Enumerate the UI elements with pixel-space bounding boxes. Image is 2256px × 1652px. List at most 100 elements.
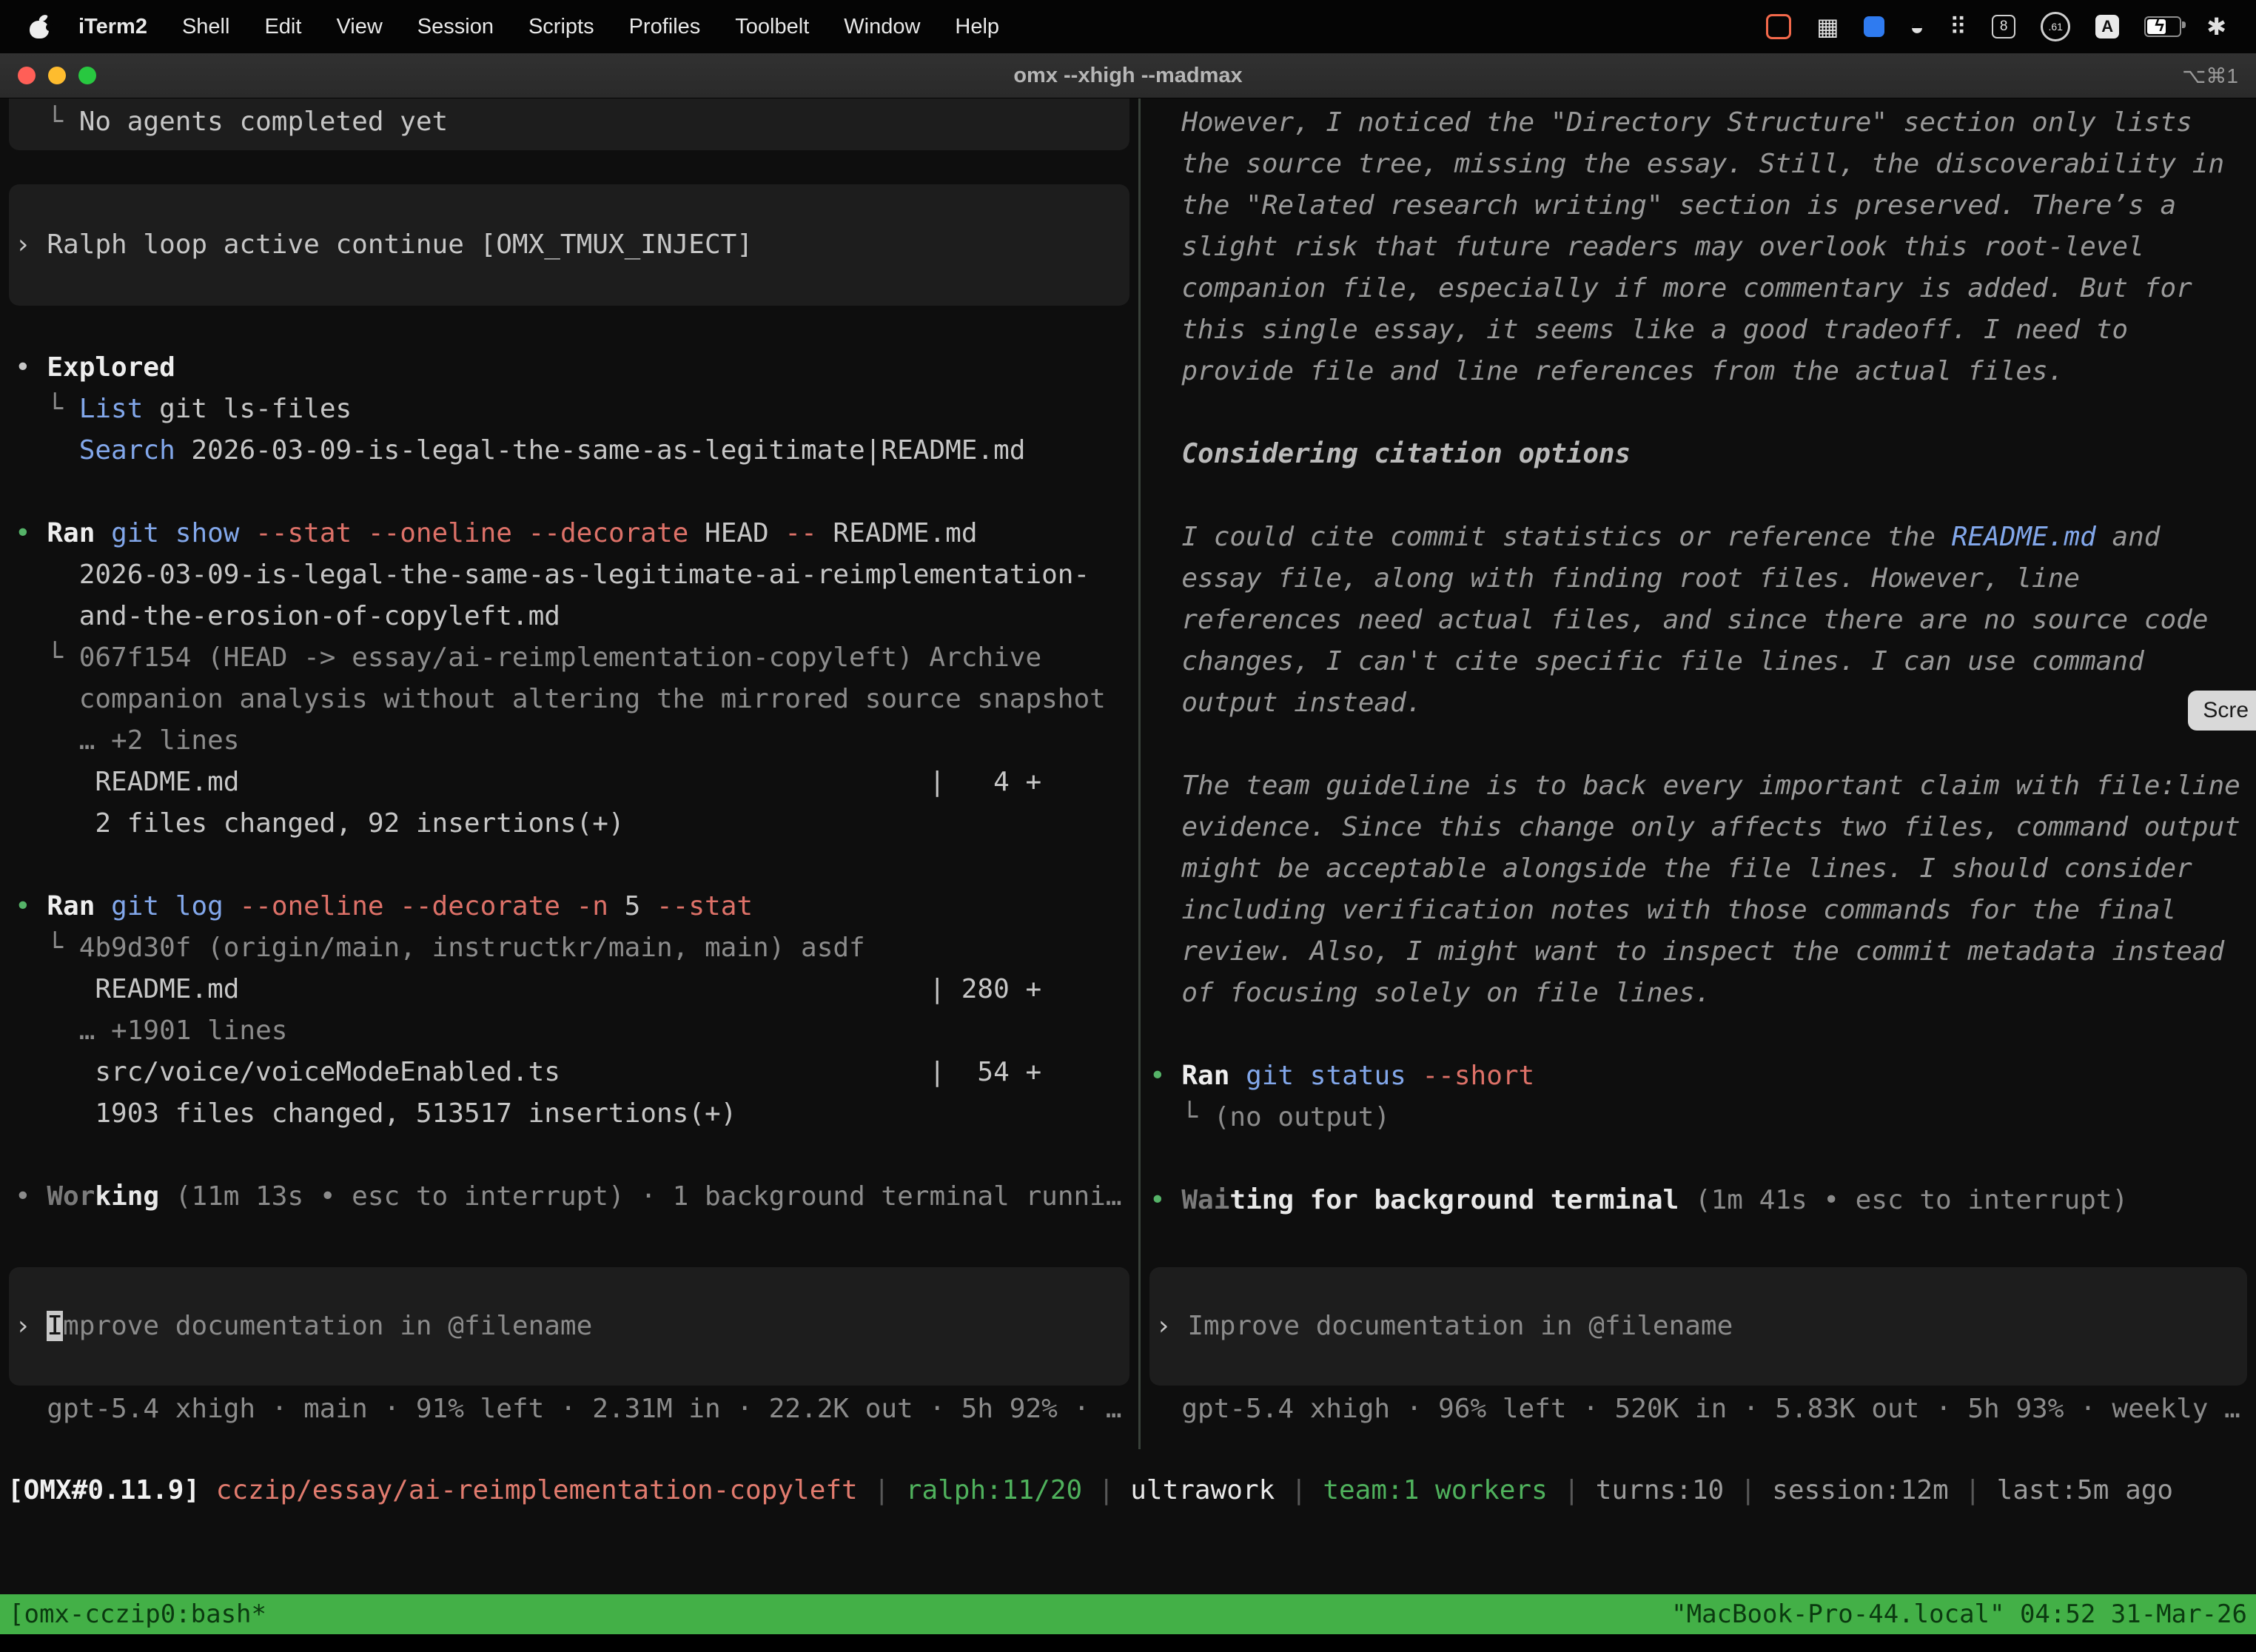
terminal-line: • Working (11m 13s • esc to interrupt) ·… [0,1176,1138,1218]
utility-icon[interactable]: ✱ [2206,13,2226,41]
menu-item-session[interactable]: Session [417,15,494,39]
text-segment: 1903 files changed, 513517 insertions(+) [15,1098,736,1129]
text-segment: Ran [47,518,95,548]
terminal-line [0,845,1138,886]
text-segment: git log [111,891,224,921]
text-segment: I [47,1311,63,1341]
ralph-loop-banner: › Ralph loop active continue [OMX_TMUX_I… [9,184,1129,306]
terminal-line: README.md | 4 + [0,762,1138,803]
text-segment: • [15,518,47,548]
menu-item-edit[interactable]: Edit [264,15,301,39]
menu-item-profiles[interactable]: Profiles [629,15,701,39]
text-segment: README.md | 280 + [15,974,1041,1004]
input-source-icon[interactable]: A [2095,15,2119,38]
apple-menu-icon[interactable] [30,14,50,39]
terminal-line [1141,392,2256,434]
text-segment: ting for background terminal [1229,1185,1679,1215]
text-segment: 5 [608,891,657,921]
text-segment: • [15,891,47,921]
text-segment: Search [15,435,175,466]
text-segment [1229,1061,1246,1091]
raycast-icon[interactable] [1864,16,1884,37]
terminal-line: the "Related research writing" section i… [1141,185,2256,226]
terminal-line: › Improve documentation in @filename [9,1306,1129,1347]
text-segment: --stat --oneline --decorate [239,518,688,548]
text-segment [95,891,111,921]
terminal-line: However, I noticed the "Directory Struct… [1141,102,2256,144]
terminal-line [1141,475,2256,517]
keypad-icon[interactable]: 8 [1992,15,2015,38]
menu-item-scripts[interactable]: Scripts [528,15,594,39]
terminal-pane-left[interactable]: └ No agents completed yet› Ralph loop ac… [0,98,1138,1449]
text-segment: … +2 lines [15,725,239,756]
text-segment: The team guideline is to back every impo… [1149,770,2240,801]
text-segment: --oneline --decorate -n [224,891,608,921]
battery-icon[interactable]: ϟ [2144,16,2181,37]
menu-item-toolbelt[interactable]: Toolbelt [735,15,809,39]
spacer [0,306,1138,347]
menu-item-help[interactable]: Help [955,15,999,39]
terminal-line: output instead. [1141,682,2256,724]
text-segment: However, I noticed the "Directory Struct… [1149,107,2192,138]
text-segment: cczip/essay/ai-reimplementation-copyleft [200,1475,858,1505]
close-button[interactable] [18,67,36,84]
text-segment: (11m 13s • esc to interrupt) · 1 backgro… [159,1181,1121,1212]
terminal-line: including verification notes with those … [1141,890,2256,931]
terminal-line: evidence. Since this change only affects… [1141,807,2256,848]
terminal-scrollback: • Explored └ List git ls-files Search 20… [0,347,1138,1218]
text-segment: provide file and line references from th… [1149,356,2064,386]
menu-item-iterm2[interactable]: iTerm2 [78,15,147,39]
app-grid-icon[interactable]: ⠿ [1950,13,1967,41]
text-segment: • [1149,1185,1181,1215]
screen-recording-indicator-icon[interactable] [1766,14,1791,39]
battery-percent-ring-icon[interactable]: .61 [2041,12,2070,41]
text-segment: git status [1246,1061,1406,1091]
terminal-line: … +2 lines [0,720,1138,762]
prompt-input-right[interactable]: › Improve documentation in @filename [1149,1267,2247,1386]
text-segment: output instead. [1149,688,1422,718]
menubar: iTerm2 Shell Edit View Session Scripts Profile… [0,0,2256,53]
tmux-session-label: [omx-cczip0:bash* [9,1599,266,1629]
window-title: omx --xhigh --madmax [0,64,2256,88]
terminal-line: references need actual files, and since … [1141,600,2256,641]
tmux-host-clock: "MacBook-Pro-44.local" 04:52 31-Mar-26 [1671,1599,2247,1629]
assistant-icon[interactable]: ◒ [1910,13,1924,41]
terminal-pane-right[interactable]: However, I noticed the "Directory Struct… [1141,98,2256,1449]
terminal-line: … +1901 lines [0,1010,1138,1052]
text-segment: mprove documentation in @filename [63,1311,592,1341]
text-segment [95,518,111,548]
minimize-button[interactable] [48,67,66,84]
window-manager-icon[interactable]: ▦ [1816,13,1839,41]
terminal-line: provide file and line references from th… [1141,351,2256,392]
text-segment: king [95,1181,159,1212]
charging-bolt-icon: ϟ [2155,16,2164,36]
text-segment: --short [1406,1061,1534,1091]
text-segment: | [1724,1475,1772,1505]
zoom-button[interactable] [78,67,96,84]
terminal-line: Considering citation options [1141,434,2256,475]
terminal-line [0,1135,1138,1176]
text-segment: 2026-03-09-is-legal-the-same-as-legitima… [15,560,1090,590]
text-segment: last:5m ago [1997,1475,2173,1505]
terminal-line: and-the-erosion-of-copyleft.md [0,596,1138,637]
text-segment: └ 4b9d30f (origin/main, instructkr/main,… [15,933,865,963]
terminal-line: companion file, especially if more comme… [1141,268,2256,309]
menu-item-view[interactable]: View [336,15,382,39]
text-segment: gpt-5.4 xhigh · main · 91% left · 2.31M … [15,1394,1122,1424]
window-titlebar[interactable]: omx --xhigh --madmax ⌥⌘1 [0,53,2256,98]
menu-item-window[interactable]: Window [844,15,920,39]
text-segment: Wai [1181,1185,1229,1215]
menu-item-shell[interactable]: Shell [182,15,230,39]
text-segment: └ 067f154 (HEAD -> essay/ai-reimplementa… [15,642,1041,673]
terminal-line: of focusing solely on file lines. [1141,973,2256,1014]
text-segment: List [79,394,144,424]
text-segment: might be acceptable alongside the file l… [1149,853,2192,884]
terminal-line: └ (no output) [1141,1097,2256,1138]
text-segment: -- [785,518,816,548]
prompt-input-left[interactable]: › Improve documentation in @filename [9,1267,1129,1386]
screen-notification[interactable]: Scre [2188,691,2256,731]
text-segment: • [1149,1061,1181,1091]
terminal-line: › Improve documentation in @filename [1149,1306,2247,1347]
text-segment: └ [15,394,79,424]
terminal-line [1141,1014,2256,1055]
